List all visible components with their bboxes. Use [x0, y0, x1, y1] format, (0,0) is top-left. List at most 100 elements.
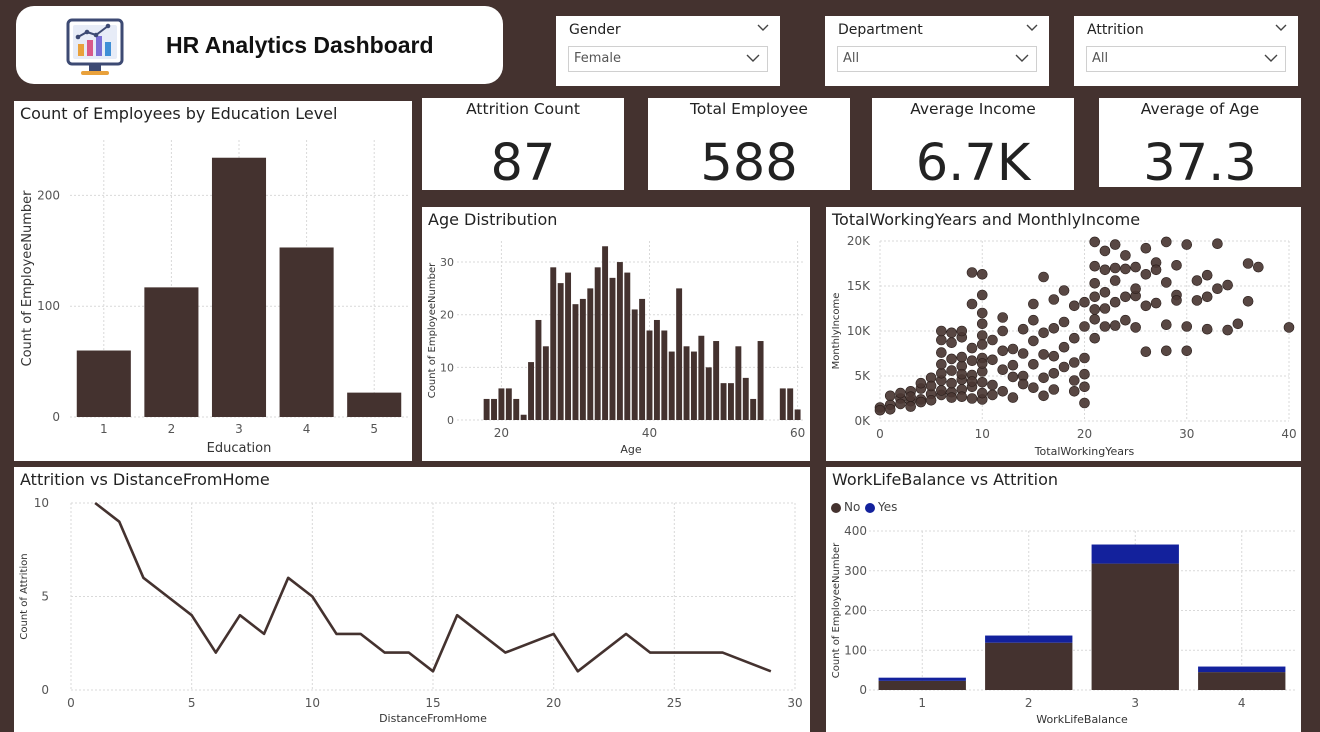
x-tick-label: 15 — [425, 696, 440, 710]
slicer-attrition[interactable]: Attrition All — [1074, 16, 1298, 86]
scatter-chart-panel: TotalWorkingYears and MonthlyIncome 0K 5K… — [826, 207, 1301, 461]
scatter-point — [936, 347, 947, 358]
scatter-point — [956, 325, 968, 337]
y-tick-label: 100 — [844, 643, 867, 657]
chevron-down-icon[interactable] — [1014, 50, 1030, 66]
scatter-point — [956, 368, 968, 380]
distance-chart-panel: Attrition vs DistanceFromHome 0 5 10 0 5 10 15… — [14, 467, 810, 732]
scatter-point — [1058, 341, 1070, 353]
kpi-attrition-count: Attrition Count 87 — [422, 98, 624, 193]
scatter-point — [1048, 294, 1060, 305]
scatter-point — [1120, 291, 1131, 303]
scatter-point — [1058, 285, 1070, 296]
x-tick-label: 40 — [1281, 427, 1296, 441]
slicer-attrition-dropdown[interactable]: All — [1086, 46, 1286, 72]
scatter-point — [1120, 250, 1131, 261]
scatter-point — [874, 404, 886, 416]
slicer-gender-value: Female — [574, 51, 622, 66]
bar — [76, 350, 131, 417]
y-tick-label: 10 — [34, 496, 49, 510]
scatter-point — [1089, 304, 1101, 315]
x-tick-label: 20 — [1077, 427, 1092, 441]
scatter-point — [1130, 322, 1141, 333]
scatter-point — [997, 312, 1008, 323]
bar — [579, 298, 586, 420]
worklife-chart-panel: WorkLifeBalance vs Attrition No Yes 0 100… — [826, 467, 1301, 732]
scatter-point — [1099, 287, 1111, 298]
x-tick-label: 1 — [100, 422, 108, 436]
x-tick-label: 4 — [1238, 696, 1246, 710]
scatter-point — [1140, 242, 1152, 254]
y-axis-label: MonthlyIncome — [831, 293, 842, 370]
x-tick-label: 2 — [168, 422, 176, 436]
scatter-point — [976, 318, 988, 330]
slicer-gender-label: Gender — [569, 22, 621, 38]
bar — [676, 288, 683, 420]
y-tick-label: 200 — [844, 604, 867, 618]
scatter-point — [1181, 239, 1193, 250]
scatter-point — [966, 393, 978, 404]
y-tick-label: 0K — [854, 414, 871, 428]
scatter-point — [1048, 384, 1060, 395]
slicer-gender[interactable]: Gender Female — [556, 16, 780, 86]
scatter-point — [1160, 345, 1172, 357]
scatter-point — [976, 289, 988, 301]
scatter-point — [1079, 321, 1090, 332]
scatter-point — [1028, 298, 1039, 310]
x-tick-label: 20 — [546, 696, 561, 710]
scatter-point — [1089, 314, 1101, 325]
workyears-income-scatter: 0K 5K 10K 15K 20K 0 10 20 30 40 TotalWorkingYears M… — [831, 234, 1297, 458]
education-bar-chart: 0 100 200 1 2 3 4 5 Education Count of EmployeeNu… — [20, 140, 408, 456]
scatter-point — [1089, 236, 1101, 248]
bar-no — [1198, 672, 1286, 690]
scatter-point — [1160, 277, 1172, 288]
education-chart-panel: Count of Employees by Education Level 01… — [14, 101, 412, 461]
bar — [727, 383, 734, 420]
kpi-total-employee: Total Employee 588 — [648, 98, 850, 193]
chevron-down-icon[interactable] — [1274, 20, 1288, 34]
scatter-point — [1109, 296, 1121, 308]
x-tick-label: 30 — [1179, 427, 1194, 441]
scatter-point — [915, 396, 927, 408]
y-tick-label: 0 — [447, 414, 454, 427]
scatter-point — [987, 354, 998, 366]
slicer-attrition-label: Attrition — [1087, 22, 1144, 38]
scatter-point — [905, 401, 916, 412]
bar — [594, 267, 601, 420]
chevron-down-icon[interactable] — [1025, 20, 1039, 34]
bar — [631, 309, 638, 420]
x-tick-label: 20 — [494, 426, 509, 440]
chevron-down-icon[interactable] — [1263, 50, 1279, 66]
scatter-point — [1140, 300, 1152, 312]
slicer-department-value: All — [843, 51, 860, 66]
y-axis-label: Count of EmployeeNumber — [20, 190, 35, 367]
scatter-point — [1038, 390, 1049, 402]
scatter-point — [956, 351, 968, 363]
title-card: HR Analytics Dashboard — [16, 6, 503, 84]
scatter-point — [1109, 239, 1121, 250]
scatter-point — [976, 307, 988, 319]
slicer-department[interactable]: Department All — [825, 16, 1049, 86]
bar — [735, 346, 742, 420]
scatter-point — [936, 334, 947, 346]
x-tick-label: 2 — [1025, 696, 1033, 710]
scatter-point — [1007, 359, 1019, 371]
chevron-down-icon[interactable] — [745, 50, 761, 66]
scatter-point — [1048, 323, 1060, 334]
bar — [505, 388, 512, 420]
scatter-point — [1058, 361, 1070, 373]
slicer-department-dropdown[interactable]: All — [837, 46, 1037, 72]
scatter-point — [1079, 397, 1090, 409]
x-tick-label: 25 — [667, 696, 682, 710]
slicer-gender-dropdown[interactable]: Female — [568, 46, 768, 72]
bar — [750, 398, 757, 420]
chevron-down-icon[interactable] — [756, 20, 770, 34]
scatter-point — [1079, 352, 1090, 364]
analytics-monitor-icon — [66, 18, 124, 75]
y-tick-label: 300 — [844, 564, 867, 578]
scatter-point — [946, 327, 957, 339]
scatter-point — [946, 392, 957, 403]
y-tick-label: 10K — [847, 324, 871, 338]
scatter-point — [966, 267, 978, 278]
bar-yes — [1198, 666, 1286, 673]
